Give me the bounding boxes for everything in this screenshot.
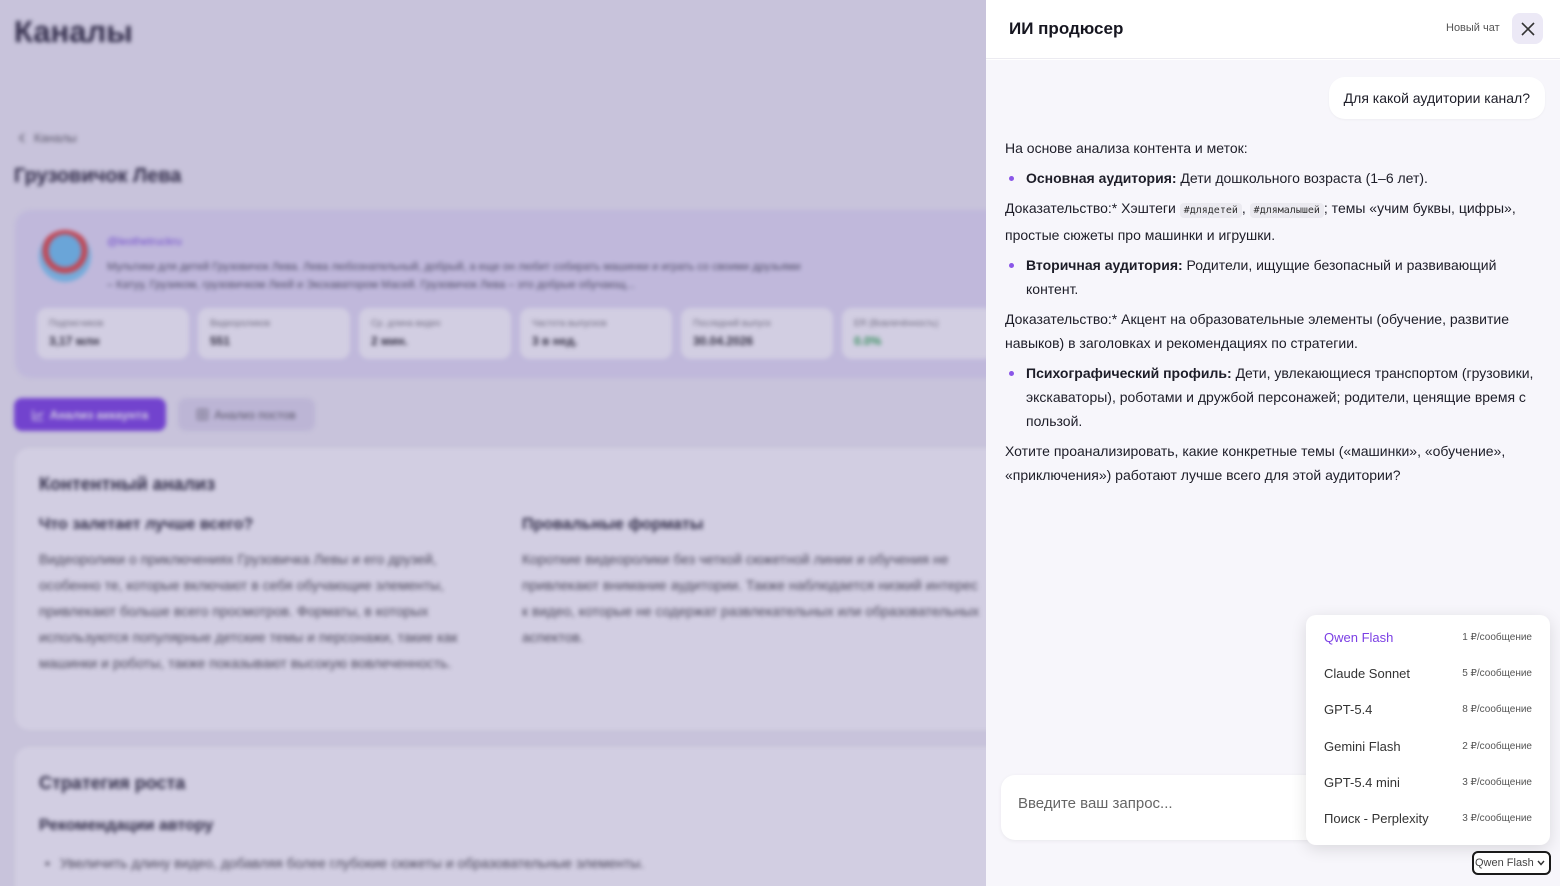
stats-row: Подписчиков 3,17 млн Видеороликов 551 Ср… — [37, 308, 986, 359]
ai-message: На основе анализа контента и меток: Осно… — [1005, 136, 1535, 493]
ai-evidence: Доказательство:* Акцент на образовательн… — [1005, 311, 1509, 351]
background-page: Каналы Каналы Грузовичок Лева @leothetru… — [0, 0, 986, 886]
stat-card: Частота выпусков 3 в нед. — [520, 308, 672, 359]
model-name: Claude Sonnet — [1324, 666, 1411, 681]
best-content-title: Что залетает лучше всего? — [39, 516, 254, 533]
model-price: 3 ₽/сообщение — [1462, 777, 1532, 788]
background-content: Каналы Каналы Грузовичок Лева @leothetru… — [0, 0, 986, 886]
channel-handle[interactable]: @leothetruckru — [107, 236, 182, 248]
recommendations-list: Увеличить длину видео, добавляя более гл… — [45, 851, 644, 875]
model-name: GPT-5.4 — [1324, 702, 1373, 717]
stat-card: Ср. длина видео 2 мин. — [359, 308, 511, 359]
ai-evidence: Доказательство:* Хэштеги #длядетей, #для… — [1005, 196, 1535, 247]
stat-value: 2 мин. — [371, 334, 408, 348]
model-price: 1 ₽/сообщение — [1462, 632, 1532, 643]
model-select[interactable]: Qwen Flash — [1472, 851, 1551, 875]
model-price: 2 ₽/сообщение — [1462, 741, 1532, 752]
tag-separator: , — [1241, 200, 1250, 216]
posts-analysis-button[interactable]: Анализ постов — [178, 398, 315, 431]
stat-card: Видеороликов 551 — [198, 308, 350, 359]
breadcrumb-label: Каналы — [34, 131, 77, 145]
failed-formats-column: Провальные форматы Короткие видеоролики … — [522, 516, 984, 650]
failed-formats-text: Короткие видеоролики без четкой сюжетной… — [522, 551, 980, 645]
bullet-text: Дети дошкольного возраста (1–6 лет). — [1176, 170, 1428, 186]
model-option-gpt-5-4-mini[interactable]: GPT-5.4 mini 3 ₽/сообщение — [1306, 765, 1550, 801]
author-recommendations-title: Рекомендации автору — [39, 817, 214, 834]
posts-analysis-label: Анализ постов — [214, 407, 296, 422]
evidence-prefix: Доказательство:* Хэштеги — [1005, 200, 1180, 216]
stat-label: Частота выпусков — [532, 318, 607, 328]
model-option-claude-sonnet[interactable]: Claude Sonnet 5 ₽/сообщение — [1306, 656, 1550, 692]
model-price: 3 ₽/сообщение — [1462, 813, 1532, 824]
model-name: Поиск - Perplexity — [1324, 811, 1429, 826]
best-content-column: Что залетает лучше всего? Видеоролики о … — [39, 516, 501, 676]
new-chat-button[interactable]: Новый чат — [1446, 22, 1500, 34]
stat-card: ER (Вовлечённость) 0.0% — [842, 308, 986, 359]
stat-value: 3 в нед. — [532, 334, 578, 348]
user-message: Для какой аудитории канал? — [1328, 77, 1545, 119]
ai-intro: На основе анализа контента и меток: — [1005, 140, 1248, 156]
stat-label: Видеороликов — [210, 318, 271, 328]
close-icon — [1520, 21, 1535, 36]
bullet-label: Вторичная аудитория: — [1026, 257, 1183, 273]
stat-label: Ср. длина видео — [371, 318, 441, 328]
breadcrumb[interactable]: Каналы — [18, 131, 77, 145]
model-name: Gemini Flash — [1324, 739, 1401, 754]
model-name: Qwen Flash — [1324, 630, 1394, 645]
stat-label: Последний выпуск — [693, 318, 771, 328]
panel-header: ИИ продюсер Новый чат — [986, 0, 1560, 59]
panel-title: ИИ продюсер — [1009, 19, 1124, 38]
stat-label: ER (Вовлечённость) — [854, 318, 939, 328]
account-analysis-button[interactable]: Анализ аккаунта — [14, 398, 166, 431]
prompt-input[interactable] — [1018, 795, 1298, 812]
model-price: 5 ₽/сообщение — [1462, 668, 1532, 679]
hashtag: #длямалышей — [1249, 203, 1324, 218]
hashtag: #длядетей — [1179, 203, 1242, 218]
bullet-label: Психографический профиль: — [1026, 365, 1232, 381]
account-analysis-label: Анализ аккаунта — [49, 407, 149, 422]
stat-card: Последний выпуск 30.04.2026 — [681, 308, 833, 359]
ai-producer-panel: ИИ продюсер Новый чат Для какой аудитори… — [986, 0, 1560, 886]
best-content-text: Видеоролики о приключениях Грузовичка Ле… — [39, 551, 458, 671]
content-analysis-card: Контентный анализ Что залетает лучше все… — [15, 448, 986, 730]
chevron-left-icon — [18, 133, 25, 143]
list-item: Вторичная аудитория: Родители, ищущие бе… — [1005, 253, 1535, 301]
stat-value: 3,17 млн — [49, 334, 100, 348]
growth-strategy-card: Стратегия роста Рекомендации автору Увел… — [15, 747, 986, 886]
avatar — [39, 230, 91, 282]
selected-model-label: Qwen Flash — [1475, 857, 1534, 869]
model-option-perplexity[interactable]: Поиск - Perplexity 3 ₽/сообщение — [1306, 801, 1550, 837]
model-option-qwen-flash[interactable]: Qwen Flash 1 ₽/сообщение — [1306, 620, 1550, 656]
close-button[interactable] — [1512, 13, 1543, 44]
channel-description: Мультики для детей Грузовичок Лева. Лева… — [107, 261, 801, 291]
stat-value: 0.0% — [854, 334, 882, 348]
chart-icon — [31, 409, 44, 421]
page-title: Каналы — [14, 14, 133, 49]
growth-strategy-title: Стратегия роста — [39, 773, 186, 793]
stat-value: 551 — [210, 334, 231, 348]
stat-label: Подписчиков — [49, 318, 104, 328]
content-analysis-title: Контентный анализ — [39, 474, 216, 494]
channel-card: @leothetruckru Мультики для детей Грузов… — [15, 210, 986, 378]
channel-title: Грузовичок Лева — [14, 165, 182, 187]
model-dropdown-menu: Qwen Flash 1 ₽/сообщение Claude Sonnet 5… — [1306, 615, 1550, 845]
list-item: Основная аудитория: Дети дошкольного воз… — [1005, 166, 1535, 190]
bullet-label: Основная аудитория: — [1026, 170, 1177, 186]
list-item: Психографический профиль: Дети, увлекающ… — [1005, 361, 1535, 433]
grid-icon — [197, 409, 209, 420]
failed-formats-title: Провальные форматы — [522, 516, 704, 533]
stat-value: 30.04.2026 — [693, 334, 754, 348]
stat-card: Подписчиков 3,17 млн — [37, 308, 189, 359]
list-item: Увеличить длину видео, добавляя более гл… — [45, 851, 644, 875]
model-option-gpt-5-4[interactable]: GPT-5.4 8 ₽/сообщение — [1306, 692, 1550, 728]
chevron-down-icon — [1537, 860, 1545, 866]
ai-question: Хотите проанализировать, какие конкретны… — [1005, 443, 1506, 483]
model-option-gemini-flash[interactable]: Gemini Flash 2 ₽/сообщение — [1306, 729, 1550, 765]
model-price: 8 ₽/сообщение — [1462, 704, 1532, 715]
model-name: GPT-5.4 mini — [1324, 775, 1400, 790]
